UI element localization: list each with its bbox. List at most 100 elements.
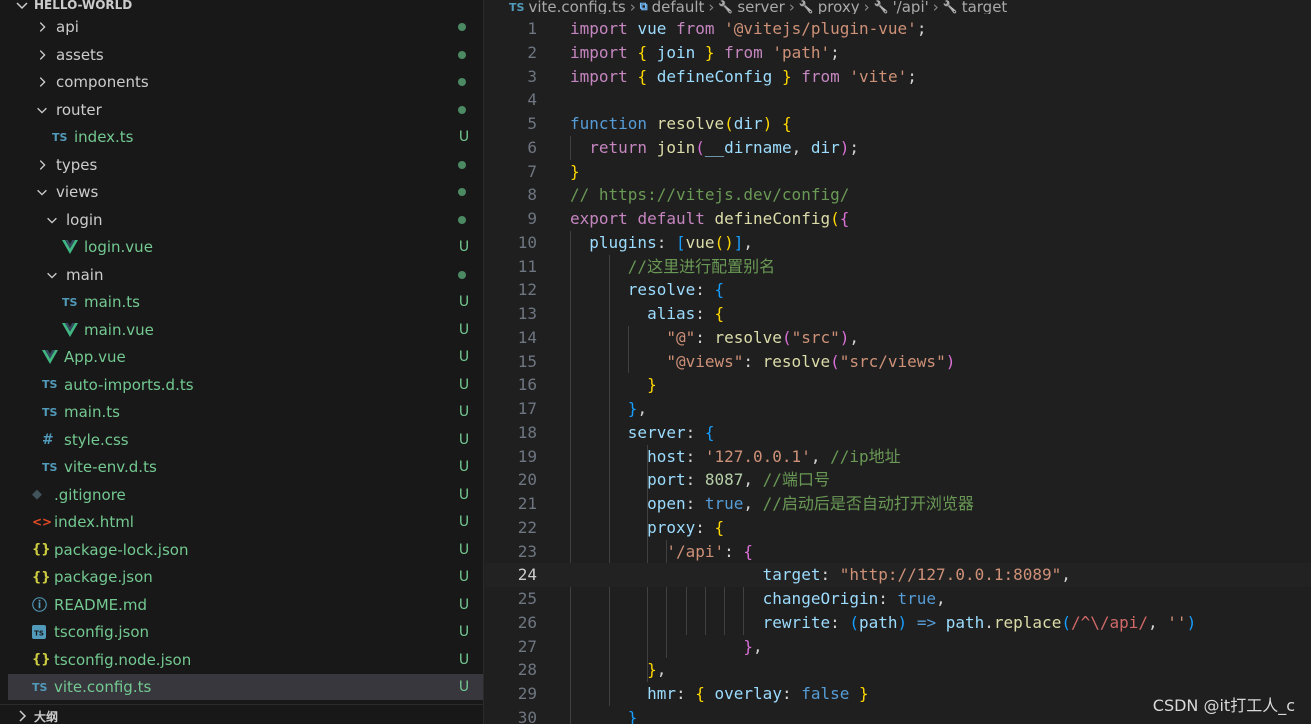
tree-item-label: api: [56, 18, 79, 36]
line-number: 20: [517, 470, 537, 490]
tree-item-label: .gitignore: [54, 485, 126, 504]
breadcrumb-item[interactable]: 🔧 proxy: [799, 0, 860, 14]
tree-file[interactable]: {} tsconfig.node.json U: [8, 647, 483, 673]
typescript-file-icon: TS: [62, 295, 78, 309]
tree-file[interactable]: # style.css U: [8, 427, 483, 453]
tree-file[interactable]: TS vite.config.ts U: [8, 674, 483, 700]
code-line[interactable]: 4: [485, 88, 1311, 112]
code-line[interactable]: 5 function resolve(dir) {: [485, 112, 1311, 136]
tree-file[interactable]: ◆ .gitignore U: [8, 482, 483, 508]
tree-file[interactable]: {} package-lock.json U: [8, 537, 483, 563]
code-line[interactable]: 6 return join(__dirname, dir);: [485, 136, 1311, 160]
tree-item-label: main: [66, 265, 104, 284]
git-modified-dot: [458, 270, 466, 279]
tree-folder[interactable]: assets: [8, 42, 483, 68]
line-number: 29: [517, 684, 537, 703]
outline-title: 大纲: [34, 709, 59, 724]
line-number: 5: [527, 114, 537, 133]
git-untracked-badge: U: [458, 679, 470, 695]
breadcrumb-item[interactable]: ⧉ default: [640, 0, 705, 14]
code-line[interactable]: 19 host: '127.0.0.1', //ip地址: [485, 445, 1311, 469]
code-line[interactable]: 11 //这里进行配置别名: [485, 255, 1311, 279]
code-line[interactable]: 13 alias: {: [485, 302, 1311, 326]
line-number: 7: [527, 161, 537, 181]
code-line[interactable]: 10 plugins: [vue()],: [485, 231, 1311, 255]
code-line[interactable]: 7}: [485, 160, 1311, 184]
code-text: server: {: [627, 422, 715, 442]
code-line[interactable]: 22 proxy: {: [485, 516, 1311, 540]
code-line[interactable]: 24 target: "http://127.0.0.1:8089",: [485, 563, 1311, 588]
git-untracked-badge: U: [458, 129, 470, 145]
tree-folder[interactable]: login: [8, 207, 483, 233]
code-line[interactable]: 18 server: {: [485, 421, 1311, 445]
code-line[interactable]: 3 import { defineConfig } from 'vite';: [485, 65, 1311, 89]
line-number: 3: [527, 66, 537, 86]
breadcrumb-item[interactable]: TS vite.config.ts: [509, 0, 626, 14]
tree-file[interactable]: main.vue U: [8, 317, 483, 343]
code-text: host: '127.0.0.1', //ip地址: [647, 446, 901, 466]
code-line[interactable]: 20 port: 8087, //端口号: [485, 468, 1311, 492]
code-editor[interactable]: TS vite.config.ts › ⧉ default › 🔧 server › 🔧 proxy…: [485, 0, 1311, 724]
breadcrumb-separator: ›: [863, 0, 870, 14]
code-text: }: [647, 375, 657, 395]
code-line[interactable]: 27 },: [485, 635, 1311, 659]
tree-file[interactable]: TS main.ts U: [8, 289, 483, 315]
tree-item-label: types: [56, 155, 98, 174]
breadcrumb-item[interactable]: 🔧 server: [718, 0, 784, 14]
line-number: 14: [517, 327, 537, 347]
code-text: }: [570, 161, 580, 181]
breadcrumb-item[interactable]: 🔧 '/api': [874, 0, 929, 14]
code-line[interactable]: 9 export default defineConfig({: [485, 207, 1311, 231]
tree-folder[interactable]: components: [8, 69, 483, 95]
breadcrumb-item[interactable]: 🔧 target: [943, 0, 1008, 14]
tree-file[interactable]: <> index.html U: [8, 509, 483, 535]
tree-file[interactable]: App.vue U: [8, 344, 483, 370]
code-line[interactable]: 25 changeOrigin: true,: [485, 587, 1311, 611]
code-line[interactable]: 14 "@": resolve("src"),: [485, 326, 1311, 350]
line-number: 18: [517, 422, 537, 442]
code-line[interactable]: 15 "@views": resolve("src/views"): [485, 350, 1311, 374]
wrench-icon: 🔧: [873, 0, 889, 14]
wrench-icon: 🔧: [942, 0, 958, 14]
line-number: 17: [517, 399, 537, 418]
tree-file[interactable]: TS main.ts U: [8, 399, 483, 425]
tree-folder[interactable]: router: [8, 97, 483, 123]
tree-file[interactable]: ⓘ README.md U: [8, 592, 483, 618]
explorer-sidebar: HELLO-WORLD api assets components router TS i…: [0, 0, 484, 724]
breadcrumb-label: default: [651, 0, 705, 14]
tree-file[interactable]: TS index.ts U: [8, 124, 483, 150]
tree-file[interactable]: TS vite-env.d.ts U: [8, 454, 483, 480]
tree-file[interactable]: TS auto-imports.d.ts U: [8, 372, 483, 398]
code-line[interactable]: 23 '/api': {: [485, 540, 1311, 564]
line-number: 23: [517, 541, 537, 561]
tree-file[interactable]: TS tsconfig.json U: [8, 619, 483, 645]
line-number: 28: [517, 660, 537, 680]
code-line[interactable]: 26 rewrite: (path) => path.replace(/^\/a…: [485, 611, 1311, 635]
code-line[interactable]: 21 open: true, //启动后是否自动打开浏览器: [485, 492, 1311, 516]
typescript-file-icon: TS: [509, 0, 525, 14]
code-line[interactable]: 17 },: [485, 397, 1311, 421]
code-line[interactable]: 28 },: [485, 658, 1311, 682]
code-line[interactable]: 12 resolve: {: [485, 278, 1311, 302]
code-line[interactable]: 1 import vue from '@vitejs/plugin-vue';: [485, 17, 1311, 41]
git-untracked-badge: U: [458, 569, 470, 585]
breadcrumb-separator: ›: [629, 0, 636, 14]
tree-folder[interactable]: views: [8, 179, 483, 205]
outline-section-header[interactable]: 大纲: [0, 704, 483, 724]
code-line[interactable]: 8 // https://vitejs.dev/config/: [485, 183, 1311, 207]
code-text: import vue from '@vitejs/plugin-vue';: [570, 19, 927, 38]
vue-file-icon: [62, 322, 80, 337]
tree-folder[interactable]: types: [8, 152, 483, 178]
code-text: '/api': {: [666, 541, 754, 561]
git-file-icon: ◆: [32, 487, 42, 502]
tree-file[interactable]: {} package.json U: [8, 564, 483, 590]
svg-text:TS: TS: [34, 630, 44, 638]
code-line[interactable]: 16 }: [485, 373, 1311, 397]
tree-folder[interactable]: api: [8, 14, 483, 40]
git-modified-dot: [458, 215, 466, 224]
tree-folder[interactable]: main: [8, 262, 483, 288]
code-line[interactable]: 2 import { join } from 'path';: [485, 41, 1311, 65]
git-modified-dot: [458, 105, 466, 114]
git-modified-dot: [458, 23, 466, 31]
tree-file[interactable]: login.vue U: [8, 234, 483, 260]
